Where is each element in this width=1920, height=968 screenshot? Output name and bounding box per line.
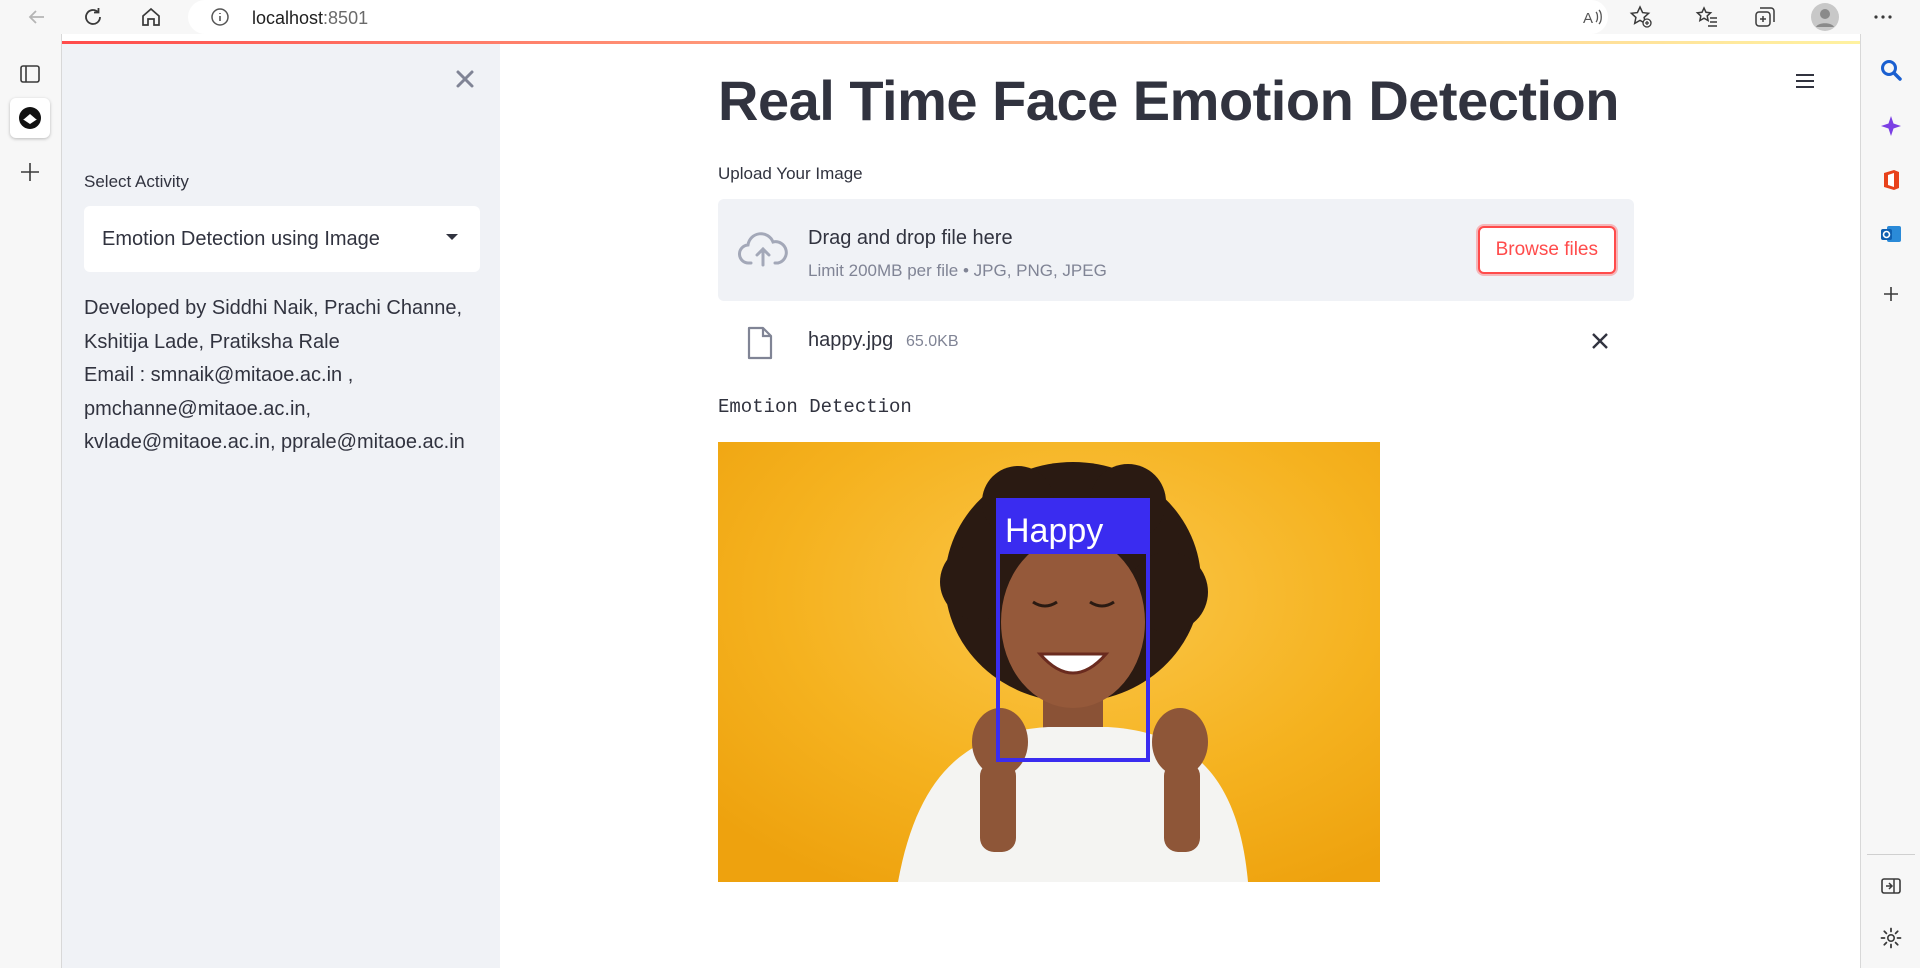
add-sidebar-app-icon[interactable] (1879, 282, 1903, 311)
dropzone-main-text: Drag and drop file here (808, 227, 1013, 249)
uploaded-file-row: happy.jpg 65.0KB (718, 316, 1634, 370)
hamburger-menu-icon[interactable] (1790, 66, 1820, 96)
back-icon[interactable] (24, 4, 50, 30)
refresh-icon[interactable] (80, 4, 106, 30)
app-sidebar: Select Activity Emotion Detection using … (62, 44, 500, 968)
cloud-upload-icon (738, 229, 788, 269)
activity-select[interactable]: Emotion Detection using Image (84, 206, 480, 272)
search-icon[interactable] (1879, 58, 1903, 87)
close-sidebar-icon[interactable] (450, 64, 480, 94)
office-icon[interactable] (1879, 168, 1903, 197)
svg-text:A: A (1583, 10, 1593, 27)
page-title: Real Time Face Emotion Detection (718, 69, 1619, 132)
settings-gear-icon[interactable] (1879, 926, 1903, 955)
info-line: kvlade@mitaoe.ac.in, pprale@mitaoe.ac.in (84, 431, 465, 453)
address-bar[interactable]: localhost:8501 (188, 0, 1608, 34)
file-dropzone[interactable]: Drag and drop file here Limit 200MB per … (718, 199, 1634, 301)
info-line: Email : smnaik@mitaoe.ac.in , (84, 364, 354, 386)
file-size: 65.0KB (906, 333, 959, 350)
emotion-label-text: Happy (1005, 512, 1103, 550)
developer-info: Developed by Siddhi Naik, Prachi Channe,… (84, 292, 484, 460)
main-content: Real Time Face Emotion Detection Upload … (500, 44, 1860, 968)
address-url: localhost:8501 (252, 8, 368, 29)
site-info-icon[interactable] (210, 7, 230, 27)
dropzone-limit-text: Limit 200MB per file • JPG, PNG, JPEG (808, 261, 1107, 280)
profile-avatar-icon[interactable] (1810, 2, 1840, 32)
browser-toolbar: localhost:8501 A (0, 0, 1920, 34)
chevron-down-icon (446, 234, 458, 240)
add-favorite-icon[interactable] (1628, 4, 1654, 30)
favorites-icon[interactable] (1694, 4, 1720, 30)
tab-actions-icon[interactable] (18, 62, 42, 91)
upload-label: Upload Your Image (718, 164, 863, 183)
info-line: pmchanne@mitaoe.ac.in, (84, 397, 312, 420)
file-name: happy.jpg (808, 329, 894, 351)
new-tab-icon[interactable] (16, 158, 44, 191)
copilot-sparkle-icon[interactable] (1879, 114, 1903, 143)
info-line: Kshitija Lade, Pratiksha Rale (84, 330, 340, 353)
remove-file-icon[interactable] (1588, 329, 1612, 353)
url-port: :8501 (323, 8, 369, 28)
read-aloud-icon[interactable]: A (1580, 4, 1606, 30)
select-activity-label: Select Activity (84, 172, 189, 191)
sidebar-divider (1867, 854, 1915, 855)
vertical-tab-strip (0, 34, 62, 968)
browse-files-button[interactable]: Browse files (1477, 226, 1616, 274)
info-line: Developed by Siddhi Naik, Prachi Channe, (84, 297, 462, 319)
file-icon (746, 326, 774, 360)
active-tab-streamlit-icon[interactable] (10, 98, 50, 138)
url-host: localhost (252, 8, 324, 28)
detection-result-image: Happy (718, 442, 1380, 882)
result-label: Emotion Detection (718, 396, 912, 418)
outlook-icon[interactable] (1879, 222, 1903, 251)
hide-sidebar-icon[interactable] (1879, 874, 1903, 903)
collections-icon[interactable] (1752, 4, 1778, 30)
more-menu-icon[interactable] (1870, 4, 1896, 30)
browser-right-sidebar (1860, 34, 1920, 968)
home-icon[interactable] (138, 4, 164, 30)
activity-select-value: Emotion Detection using Image (102, 228, 380, 250)
